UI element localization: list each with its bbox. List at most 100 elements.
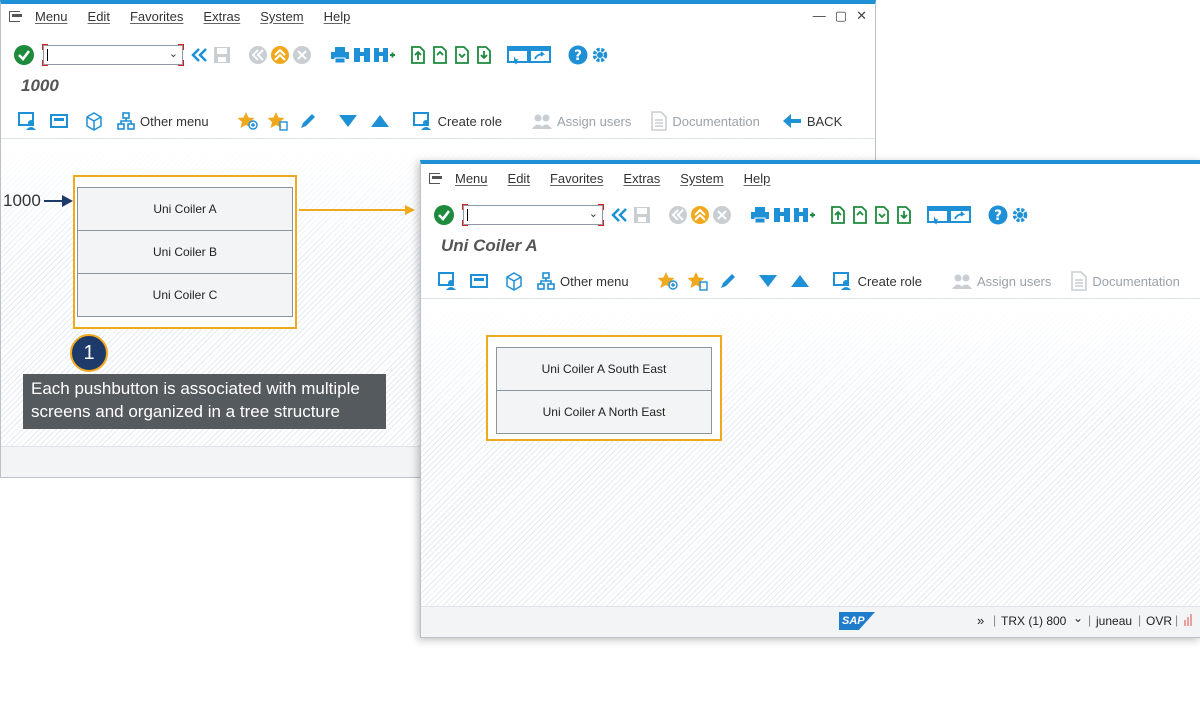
print-icon[interactable]	[749, 204, 771, 226]
other-menu-label: Other menu	[140, 113, 209, 129]
svg-text:?: ?	[994, 208, 1002, 224]
find-icon[interactable]	[771, 204, 793, 226]
screen-number-label: 1000	[3, 191, 41, 210]
svg-text:?: ?	[574, 48, 582, 64]
back-button[interactable]: BACK	[782, 113, 842, 129]
find-next-icon[interactable]	[793, 204, 815, 226]
menu-item-favorites[interactable]: Favorites	[550, 171, 603, 186]
system-toolbar: ⌄ ?	[421, 198, 1200, 232]
new-session-icon[interactable]	[507, 44, 529, 66]
arrow-left-icon	[782, 114, 801, 128]
minimize-icon[interactable]: —	[813, 8, 826, 24]
edit-pencil-icon[interactable]	[717, 270, 739, 292]
command-field[interactable]: ⌄	[462, 204, 604, 226]
next-page-icon[interactable]	[451, 44, 473, 66]
pushbutton-uni-coiler-b[interactable]: Uni Coiler B	[77, 230, 293, 274]
insert-mode[interactable]: OVR	[1146, 614, 1172, 628]
print-icon[interactable]	[329, 44, 351, 66]
last-page-icon[interactable]	[473, 44, 495, 66]
back-label: BACK	[806, 113, 843, 129]
menu-item-help[interactable]: Help	[744, 171, 771, 186]
delete-favorite-icon[interactable]	[687, 270, 709, 292]
other-menu-button[interactable]: Other menu	[537, 272, 629, 290]
users-icon	[531, 114, 552, 129]
menu-item-extras[interactable]: Extras	[623, 171, 660, 186]
double-chevron-left-icon[interactable]	[609, 204, 631, 226]
menu-item-menu[interactable]: Menu	[455, 171, 488, 186]
create-role-button[interactable]: Create role	[412, 112, 502, 130]
close-icon[interactable]: ✕	[856, 8, 867, 24]
exit-icon[interactable]	[269, 44, 291, 66]
system-info[interactable]: TRX (1) 800	[1001, 614, 1066, 628]
help-icon[interactable]: ?	[987, 204, 1009, 226]
menu-icon[interactable]	[9, 10, 23, 22]
double-chevron-left-icon[interactable]	[189, 44, 211, 66]
menu-item-edit[interactable]: Edit	[508, 171, 530, 186]
previous-page-icon[interactable]	[849, 204, 871, 226]
help-icon[interactable]: ?	[567, 44, 589, 66]
menu-icon[interactable]	[429, 172, 443, 184]
package-icon[interactable]	[83, 110, 105, 132]
add-favorite-icon[interactable]	[657, 270, 679, 292]
chevron-down-icon[interactable]: ⌄	[1073, 611, 1083, 625]
edit-pencil-icon[interactable]	[297, 110, 319, 132]
find-icon[interactable]	[351, 44, 373, 66]
hierarchy-icon	[117, 112, 135, 130]
last-page-icon[interactable]	[893, 204, 915, 226]
pushbutton-uni-coiler-a-north-east[interactable]: Uni Coiler A North East	[496, 390, 712, 434]
exit-icon[interactable]	[689, 204, 711, 226]
connector-arrow-icon	[299, 205, 415, 215]
performance-icon	[1183, 614, 1193, 626]
document-icon	[1071, 271, 1088, 291]
menu-item-system[interactable]: System	[680, 171, 723, 186]
chevron-down-icon[interactable]: ⌄	[589, 207, 598, 220]
shortcut-icon[interactable]	[529, 44, 551, 66]
add-favorite-icon[interactable]	[237, 110, 259, 132]
pushbutton-uni-coiler-c[interactable]: Uni Coiler C	[77, 273, 293, 317]
pushbutton-uni-coiler-a-south-east[interactable]: Uni Coiler A South East	[496, 347, 712, 391]
enter-icon[interactable]	[13, 44, 35, 66]
settings-gear-icon[interactable]	[589, 44, 611, 66]
menu-item-favorites[interactable]: Favorites	[130, 9, 183, 24]
other-menu-button[interactable]: Other menu	[117, 112, 209, 130]
save-icon	[631, 204, 653, 226]
command-field[interactable]: ⌄	[42, 44, 184, 66]
assign-users-button: Assign users	[951, 273, 1052, 289]
assign-users-button: Assign users	[531, 113, 631, 129]
new-session-icon[interactable]	[927, 204, 949, 226]
menu-item-extras[interactable]: Extras	[203, 9, 240, 24]
first-page-icon[interactable]	[407, 44, 429, 66]
move-down-icon[interactable]	[757, 270, 779, 292]
create-role-label: Create role	[437, 113, 502, 129]
chevron-down-icon[interactable]: ⌄	[169, 47, 178, 60]
enter-icon[interactable]	[433, 204, 455, 226]
sap-menu-icon[interactable]	[49, 110, 71, 132]
status-expand-button[interactable]: »	[977, 613, 984, 628]
maximize-icon[interactable]: ▢	[835, 8, 847, 24]
menu-item-menu[interactable]: Menu	[35, 9, 68, 24]
delete-favorite-icon[interactable]	[267, 110, 289, 132]
user-menu-icon[interactable]	[437, 270, 459, 292]
previous-page-icon[interactable]	[429, 44, 451, 66]
user-menu-icon[interactable]	[17, 110, 39, 132]
package-icon[interactable]	[503, 270, 525, 292]
back-icon	[247, 44, 269, 66]
menu-item-help[interactable]: Help	[324, 9, 351, 24]
next-page-icon[interactable]	[871, 204, 893, 226]
assign-users-label: Assign users	[976, 273, 1052, 289]
screen-title: Uni Coiler A	[441, 236, 538, 255]
settings-gear-icon[interactable]	[1009, 204, 1031, 226]
menu-item-edit[interactable]: Edit	[88, 9, 110, 24]
menu-item-system[interactable]: System	[260, 9, 303, 24]
sap-menu-icon[interactable]	[469, 270, 491, 292]
pushbutton-uni-coiler-a[interactable]: Uni Coiler A	[77, 187, 293, 231]
create-role-icon	[832, 272, 851, 290]
shortcut-icon[interactable]	[949, 204, 971, 226]
move-down-icon[interactable]	[337, 110, 359, 132]
first-page-icon[interactable]	[827, 204, 849, 226]
find-next-icon[interactable]	[373, 44, 395, 66]
move-up-icon[interactable]	[369, 110, 391, 132]
menu-bar: Menu Edit Favorites Extras System Help —…	[1, 4, 875, 28]
create-role-button[interactable]: Create role	[832, 272, 922, 290]
move-up-icon[interactable]	[789, 270, 811, 292]
